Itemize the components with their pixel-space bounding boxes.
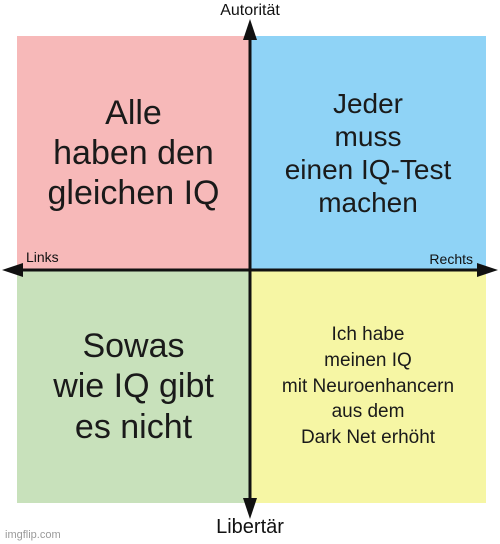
- quadrant-libertarian-right: Ich habe meinen IQ mit Neuroenhancern au…: [250, 270, 486, 503]
- text-line: muss: [334, 120, 402, 152]
- text-line: Alle: [105, 93, 162, 132]
- watermark: imgflip.com: [5, 529, 61, 541]
- political-compass-meme: Alle haben den gleichen IQ Jeder muss ei…: [0, 0, 500, 544]
- text-line: Jeder: [332, 87, 404, 119]
- axis-label-left: Links: [26, 249, 59, 265]
- axis-label-right: Rechts: [429, 251, 473, 267]
- text-line: es nicht: [74, 407, 193, 446]
- axis-label-authoritarian: Autorität: [220, 2, 280, 19]
- quadrant-text: Alle haben den gleichen IQ: [48, 93, 220, 213]
- quadrant-text: Sowas wie IQ gibt es nicht: [53, 326, 214, 446]
- text-line: gleichen IQ: [47, 174, 220, 213]
- quadrant-authoritarian-left: Alle haben den gleichen IQ: [17, 36, 250, 270]
- text-line: aus dem: [331, 401, 405, 423]
- text-line: Dark Net erhöht: [300, 427, 436, 449]
- text-line: haben den: [53, 133, 214, 172]
- text-line: Sowas: [82, 327, 185, 366]
- text-line: machen: [318, 187, 418, 219]
- quadrant-text: Jeder muss einen IQ-Test machen: [285, 87, 452, 219]
- quadrant-libertarian-left: Sowas wie IQ gibt es nicht: [17, 270, 250, 503]
- axis-label-libertarian: Libertär: [216, 516, 284, 538]
- text-line: wie IQ gibt: [53, 367, 214, 406]
- text-line: einen IQ-Test: [284, 154, 452, 185]
- quadrant-authoritarian-right: Jeder muss einen IQ-Test machen: [250, 36, 486, 270]
- quadrant-text: Ich habe meinen IQ mit Neuroenhancern au…: [282, 322, 454, 451]
- text-line: meinen IQ: [324, 349, 412, 371]
- text-line: Ich habe: [331, 323, 405, 345]
- text-line: mit Neuroenhancern: [281, 375, 455, 397]
